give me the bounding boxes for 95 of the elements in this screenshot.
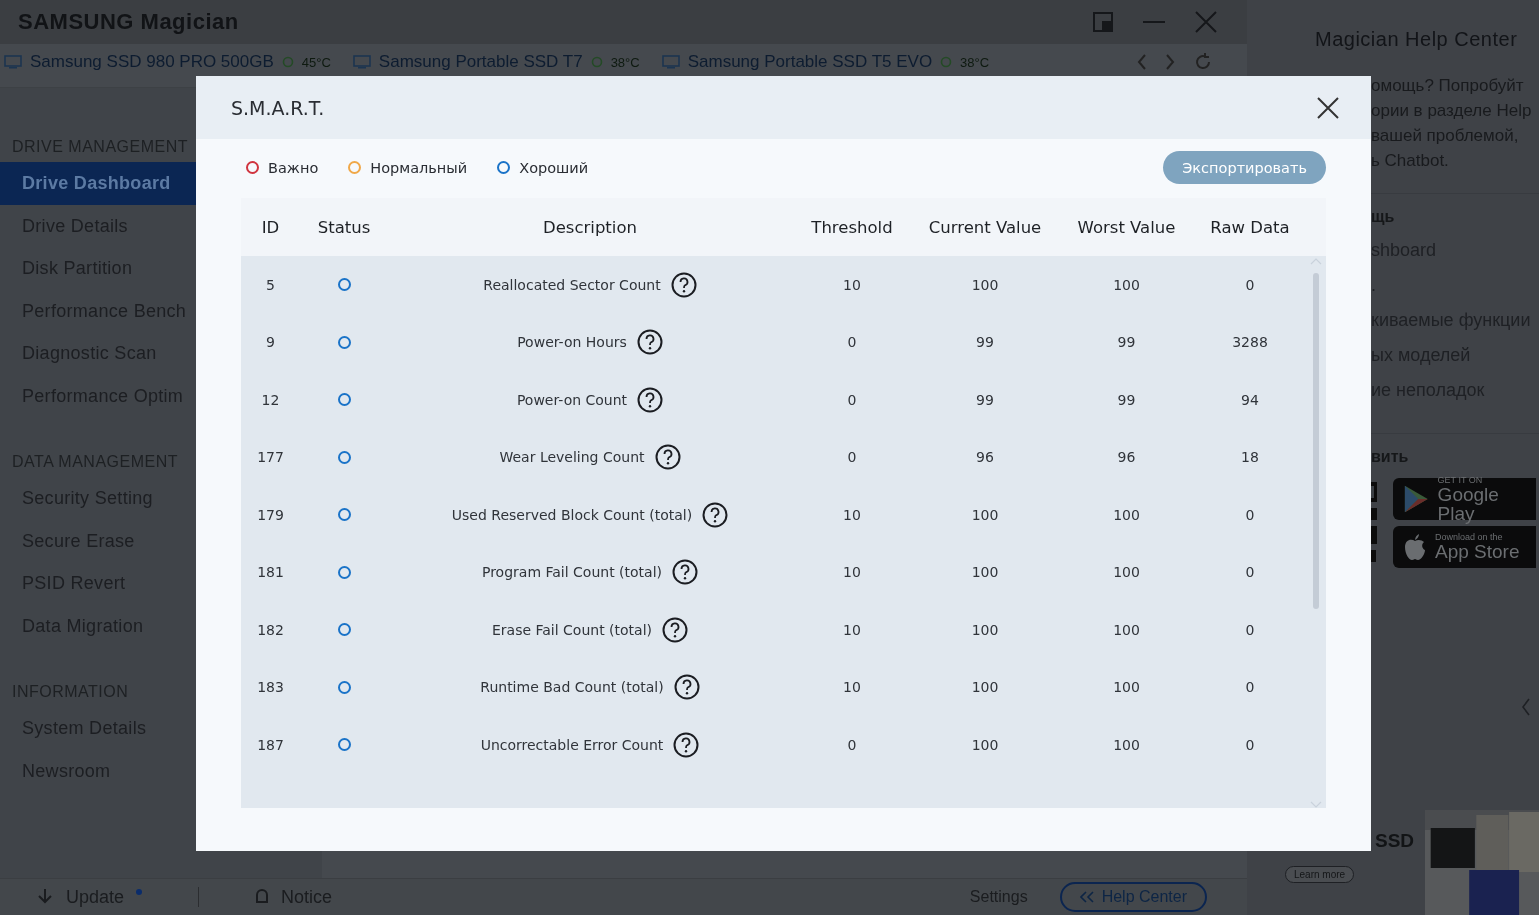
help-icon[interactable]	[673, 674, 700, 701]
table-cell-text: 0	[846, 391, 858, 408]
apple-icon	[1403, 533, 1427, 561]
download-icon	[36, 888, 54, 906]
table-cell-text: 10	[842, 621, 862, 638]
table-cell-text: 0	[1244, 679, 1256, 696]
table-cell-text: 99	[1116, 334, 1137, 351]
table-cell: Wear Leveling Count	[499, 449, 645, 466]
drive-icon	[352, 55, 371, 69]
notification-dot	[136, 889, 143, 895]
column-header: ID	[260, 217, 281, 237]
table-cell-text: 10	[842, 564, 862, 581]
temperature-reading: 38°C	[960, 54, 990, 70]
table-cell-text: 182	[256, 621, 285, 638]
table-cell-text: 0	[1244, 736, 1256, 753]
column-header: Raw Data	[1209, 217, 1291, 237]
table-cell-text: 10	[842, 276, 862, 293]
app-store-badge[interactable]: Download on the App Store	[1393, 526, 1536, 568]
table-cell-text: 179	[256, 506, 285, 523]
help-icon[interactable]	[702, 501, 729, 528]
table-cell-text: 177	[256, 449, 285, 466]
table-cell-text: 9	[265, 334, 276, 351]
table-cell-text: 10	[842, 679, 862, 696]
table-cell: Power-on Hours	[517, 334, 627, 351]
table-cell-text: 0	[1244, 276, 1256, 293]
table-cell-text: 0	[1244, 564, 1256, 581]
drive-icon	[4, 55, 22, 69]
table-cell-text: 96	[1116, 449, 1137, 466]
table-cell-text: 12	[260, 391, 281, 408]
table-cell-text: 10	[842, 506, 862, 523]
table-cell-text: 5	[265, 276, 276, 293]
sidebar-item[interactable]: Drive Dashboard	[0, 162, 196, 205]
help-link[interactable]: .	[1371, 273, 1539, 298]
table-cell-text: 100	[970, 621, 1000, 638]
table-cell-text: 100	[1112, 506, 1141, 523]
table-cell-text: 96	[975, 449, 995, 466]
table-cell-text: 100	[970, 276, 1000, 293]
scrollbar-thumb[interactable]	[1312, 273, 1319, 609]
table-cell-text: 0	[846, 449, 858, 466]
temperature-reading: 45°C	[301, 54, 331, 70]
table-cell-text: 0	[846, 736, 858, 753]
table-cell: Erase Fail Count (total)	[491, 621, 653, 638]
export-button[interactable]: Экспортировать	[1163, 151, 1326, 184]
table-cell-text: 181	[256, 564, 285, 581]
table-cell-text: 100	[1112, 564, 1141, 581]
legend-label: Хороший	[519, 159, 589, 176]
column-header: Worst Value	[1076, 217, 1177, 237]
drive-tab[interactable]: Samsung Portable SSD T7	[378, 52, 583, 72]
drive-icon	[661, 55, 680, 69]
help-icon[interactable]	[662, 616, 689, 643]
column-header: Current Value	[927, 217, 1043, 237]
play-icon	[1403, 484, 1430, 514]
table-cell-text: 100	[1112, 276, 1141, 293]
table-cell-text: 100	[970, 736, 1000, 753]
help-icon[interactable]	[654, 444, 681, 471]
legend-label: Нормальный	[370, 159, 468, 176]
table-cell-text: 100	[1112, 621, 1141, 638]
dialog-title: S.M.A.R.T.	[231, 96, 325, 119]
double-chevron-icon	[1079, 891, 1094, 903]
column-header: Status	[316, 217, 372, 237]
table-cell-text: 0	[846, 334, 858, 351]
column-header: Threshold	[810, 217, 894, 237]
table-cell-text: 0	[1244, 506, 1256, 523]
table-cell: Power-on Count	[516, 391, 628, 408]
table-cell: Program Fail Count (total)	[481, 564, 663, 581]
help-icon[interactable]	[637, 386, 664, 413]
table-cell-text: 99	[1116, 391, 1137, 408]
help-icon[interactable]	[636, 329, 663, 356]
table-cell-text: 100	[970, 564, 1000, 581]
table-cell-text: 100	[1112, 736, 1141, 753]
drive-tab[interactable]: Samsung SSD 980 PRO 500GB	[30, 52, 274, 72]
bell-icon	[255, 888, 270, 906]
drive-tab[interactable]: Samsung Portable SSD T5 EVO	[687, 52, 933, 72]
table-cell: Uncorrectable Error Count	[480, 736, 664, 753]
table-cell: Runtime Bad Count (total)	[480, 679, 664, 696]
temperature-reading: 38°C	[610, 54, 640, 70]
table-cell-text: 3288	[1231, 334, 1269, 351]
help-icon[interactable]	[673, 731, 700, 758]
help-icon[interactable]	[670, 271, 697, 298]
column-header: Description	[542, 217, 638, 237]
table-cell-text: 100	[970, 506, 1000, 523]
table-cell-text: 94	[1240, 391, 1260, 408]
table-cell-text: 100	[970, 679, 1000, 696]
table-cell-text: 99	[975, 391, 995, 408]
table-cell: Reallocated Sector Count	[483, 276, 661, 293]
legend-label: Важно	[268, 159, 319, 176]
table-cell-text: 187	[256, 736, 285, 753]
table-cell-text: 183	[256, 679, 285, 696]
close-icon[interactable]	[1317, 96, 1339, 119]
table-cell-text: 0	[1244, 621, 1256, 638]
table-cell-text: 18	[1240, 449, 1260, 466]
help-icon[interactable]	[672, 559, 699, 586]
table-cell: Used Reserved Block Count (total)	[451, 506, 693, 523]
table-cell-text: 99	[975, 334, 995, 351]
table-cell-text: 100	[1112, 679, 1141, 696]
